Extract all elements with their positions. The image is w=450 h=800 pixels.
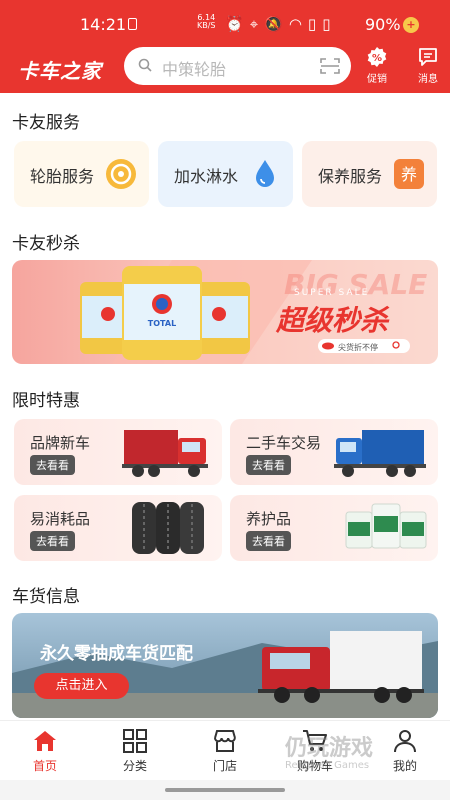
nav-category[interactable]: 分类 <box>110 729 160 774</box>
care-products-label: 养护品 <box>246 510 292 528</box>
maintenance-badge-icon: 养 <box>394 159 424 189</box>
maintenance-service-label: 保养服务 <box>318 167 383 186</box>
home-icon <box>34 731 56 751</box>
watermark: 仍玩游戏 Rengwan Games <box>285 730 373 771</box>
consumables-label: 易消耗品 <box>30 510 91 528</box>
tire-service-label: 轮胎服务 <box>30 167 95 186</box>
nav-home-label: 首页 <box>32 759 57 773</box>
message-button[interactable]: 消息 <box>408 46 448 88</box>
search-bar[interactable]: 中策轮胎 <box>124 47 351 85</box>
promo-tag-icon: % <box>367 47 387 67</box>
maintenance-service-card[interactable]: 保养服务 养 <box>302 141 437 207</box>
nav-category-label: 分类 <box>122 759 147 773</box>
search-icon <box>138 58 152 72</box>
watermark-sub: Rengwan Games <box>285 760 370 771</box>
care-products-card[interactable]: 养护品 去看看 <box>230 495 438 561</box>
sim-icon <box>128 18 137 30</box>
banner-tagline: 尖货折不停 <box>338 342 378 352</box>
promo-button[interactable]: % 促销 <box>357 46 397 88</box>
gesture-handle[interactable] <box>165 788 285 792</box>
consumables-cta[interactable]: 去看看 <box>30 531 75 551</box>
tire-badge-icon <box>106 159 136 189</box>
category-icon <box>123 729 147 753</box>
consumables-card[interactable]: 易消耗品 去看看 <box>14 495 222 561</box>
status-time: 14:21 <box>80 15 127 34</box>
alarm-icon: ⏰ <box>225 15 244 33</box>
tire-service-card[interactable]: 轮胎服务 <box>14 141 149 207</box>
status-icons: ⏰ ⌖ 🔕 ◠ ▯ ▯ <box>225 14 330 34</box>
scan-icon[interactable] <box>320 57 340 75</box>
water-drop-icon <box>256 160 274 187</box>
cargo-title: 车货信息 <box>12 587 80 607</box>
message-icon <box>419 48 437 66</box>
message-label: 消息 <box>418 74 438 85</box>
super-flash-sale-headline: 超级秒杀 <box>275 304 390 337</box>
battery-percent: 90% <box>365 15 401 34</box>
red-truck-image <box>122 430 208 477</box>
nav-store[interactable]: 门店 <box>200 729 250 774</box>
nav-store-label: 门店 <box>212 759 237 773</box>
used-truck-cta[interactable]: 去看看 <box>246 455 291 475</box>
watermark-main: 仍玩游戏 <box>285 736 374 761</box>
nav-home[interactable]: 首页 <box>20 729 70 774</box>
location-icon: ⌖ <box>249 15 259 33</box>
no-sim-icon: ▯ <box>307 15 317 33</box>
mute-icon: 🔕 <box>264 15 283 33</box>
cargo-banner[interactable]: 永久零抽成车货匹配 点击进入 <box>12 613 438 718</box>
no-sim-2-icon: ▯ <box>322 15 331 33</box>
store-icon <box>214 730 236 752</box>
status-bar: 14:21 6.14 KB/S ⏰ ⌖ 🔕 ◠ ▯ ▯ 90% + <box>0 0 450 46</box>
care-products-cta[interactable]: 去看看 <box>246 531 291 551</box>
battery-saver-icon: + <box>403 17 419 33</box>
gesture-bar <box>0 780 450 800</box>
maintenance-badge-text: 养 <box>401 165 417 184</box>
super-sale-text: SUPER SALE <box>294 288 369 298</box>
water-service-label: 加水淋水 <box>174 167 239 186</box>
water-service-card[interactable]: 加水淋水 <box>158 141 293 207</box>
used-truck-label: 二手车交易 <box>246 434 322 452</box>
app-header: 14:21 6.14 KB/S ⏰ ⌖ 🔕 ◠ ▯ ▯ 90% + 卡车之家 中… <box>0 0 450 93</box>
app-logo: 卡车之家 <box>18 59 102 83</box>
tires-image <box>132 502 204 554</box>
nav-profile[interactable]: 我的 <box>380 729 430 774</box>
services-title: 卡友服务 <box>12 113 80 133</box>
nav-profile-label: 我的 <box>392 759 417 773</box>
bucket-brand-text: TOTAL <box>148 319 176 328</box>
svg-text:%: % <box>372 53 382 64</box>
brand-new-truck-cta[interactable]: 去看看 <box>30 455 75 475</box>
used-truck-card[interactable]: 二手车交易 去看看 <box>230 419 438 485</box>
limited-title: 限时特惠 <box>12 391 80 411</box>
network-speed-unit: KB/S <box>197 21 216 30</box>
blue-truck-image <box>334 430 426 477</box>
buckets-image <box>345 503 427 549</box>
flash-sale-banner[interactable]: BIG SALE TOTAL SUPER SALE 超级秒杀 尖货折不停 <box>12 260 438 364</box>
brand-new-truck-card[interactable]: 品牌新车 去看看 <box>14 419 222 485</box>
cargo-banner-text: 永久零抽成车货匹配 <box>40 644 193 664</box>
cargo-banner-art <box>12 613 438 718</box>
flash-sale-banner-art: BIG SALE TOTAL SUPER SALE 超级秒杀 尖货折不停 <box>80 260 427 364</box>
bottom-nav: 首页 分类 门店 购物车 我的 <box>0 720 450 780</box>
profile-icon <box>394 730 416 753</box>
wifi-icon: ◠ <box>288 15 302 33</box>
flash-sale-title: 卡友秒杀 <box>12 234 80 254</box>
search-placeholder: 中策轮胎 <box>162 60 227 79</box>
cargo-enter-button[interactable]: 点击进入 <box>34 673 129 699</box>
brand-new-truck-label: 品牌新车 <box>30 434 91 452</box>
promo-label: 促销 <box>367 74 387 85</box>
network-speed: 6.14 KB/S <box>197 14 216 30</box>
